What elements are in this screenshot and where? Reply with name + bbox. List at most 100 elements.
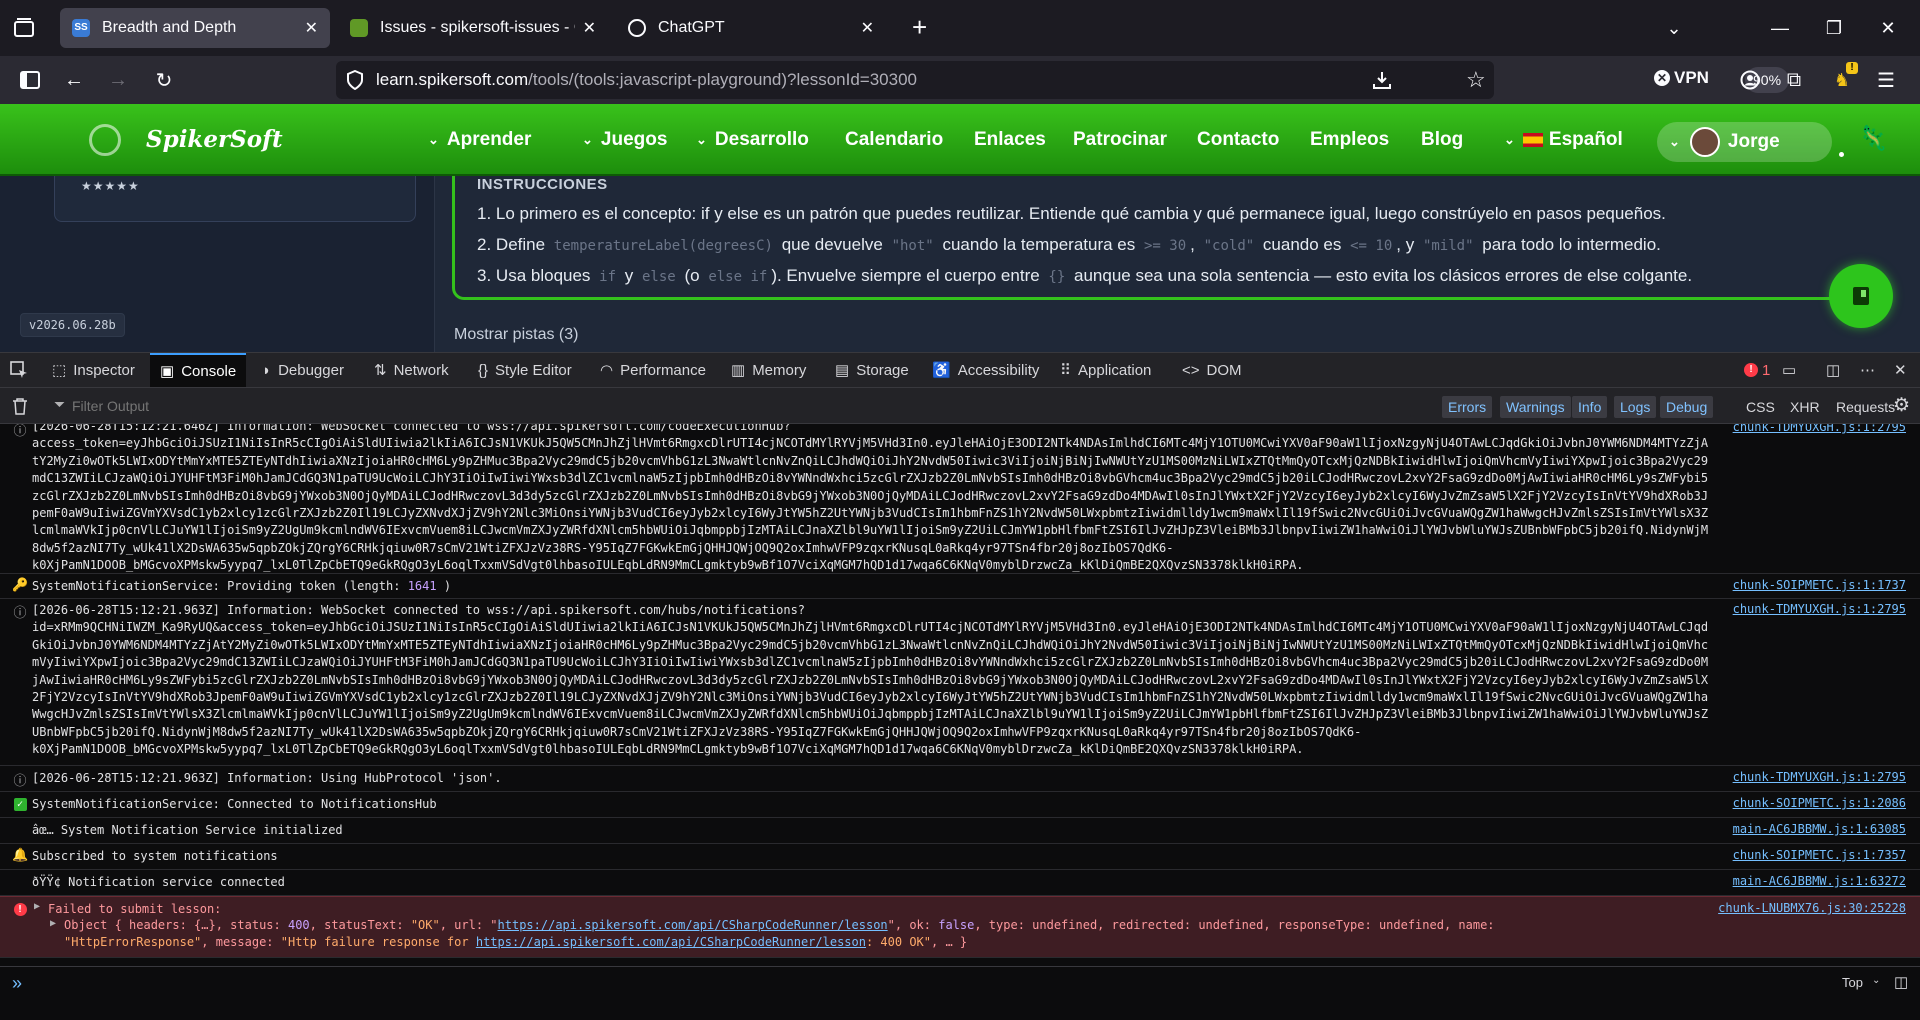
- close-tab-icon[interactable]: ✕: [583, 18, 596, 38]
- menu-empleos[interactable]: Empleos: [1310, 104, 1389, 176]
- user-menu[interactable]: ⌄ Jorge: [1657, 122, 1832, 162]
- element-picker-icon[interactable]: [10, 353, 36, 387]
- chevron-down-icon: ⌄: [1669, 134, 1680, 149]
- filter-warnings[interactable]: Warnings: [1500, 396, 1571, 418]
- back-arrow-icon[interactable]: ←: [58, 64, 90, 96]
- error-message-url-link[interactable]: https://api.spikersoft.com/api/CSharpCod…: [476, 935, 866, 949]
- filter-output-input[interactable]: [70, 394, 470, 418]
- console-input-area[interactable]: » Top ⌄ ◫: [0, 966, 1920, 1020]
- show-hints-link[interactable]: Mostrar pistas (3): [454, 326, 578, 344]
- close-tab-icon[interactable]: ✕: [861, 18, 874, 38]
- filter-debug[interactable]: Debug: [1660, 396, 1714, 418]
- source-link[interactable]: main-AC6JBBMW.js:1:63272: [1733, 874, 1906, 888]
- source-link[interactable]: main-AC6JBBMW.js:1:63085: [1733, 822, 1906, 836]
- menu-contacto[interactable]: Contacto: [1197, 104, 1279, 176]
- new-tab-icon[interactable]: +: [912, 14, 927, 40]
- filter-errors[interactable]: Errors: [1442, 396, 1493, 418]
- tab-memory[interactable]: ▥ Memory: [731, 353, 806, 387]
- bookmark-star-icon[interactable]: ☆: [1466, 67, 1486, 93]
- menu-blog[interactable]: Blog: [1421, 104, 1463, 176]
- tab-accessibility[interactable]: ♿ Accessibility: [932, 353, 1039, 387]
- expand-arrow-icon[interactable]: ▶: [34, 901, 40, 912]
- url-bar[interactable]: learn.spikersoft.com/tools/(tools:javasc…: [336, 61, 1790, 99]
- error-counter[interactable]: ! 1: [1744, 353, 1770, 387]
- error-url-link[interactable]: https://api.spikersoft.com/api/CSharpCod…: [498, 918, 888, 932]
- menu-calendario[interactable]: Calendario: [845, 104, 943, 176]
- save-to-device-icon[interactable]: [1372, 70, 1392, 90]
- menu-aprender[interactable]: ⌄ Aprender: [428, 104, 531, 176]
- filter-info[interactable]: Info: [1572, 396, 1608, 418]
- language-selector[interactable]: ⌄ Español: [1504, 104, 1623, 176]
- source-link[interactable]: chunk-SOIPMETC.js:1:7357: [1733, 848, 1906, 862]
- tab-issues[interactable]: Issues - spikersoft-issues - Gitea ✕: [338, 8, 608, 48]
- console-message: ⓘ [2026-06-28T15:12:21.646Z] Information…: [0, 424, 1920, 574]
- expand-object-arrow-icon[interactable]: ▶: [50, 918, 56, 929]
- minimize-icon[interactable]: —: [1752, 0, 1808, 56]
- tab-application[interactable]: ⠿ Application: [1060, 353, 1151, 387]
- close-window-icon[interactable]: ✕: [1860, 0, 1916, 56]
- console-settings-gear-icon[interactable]: ⚙: [1893, 394, 1910, 417]
- source-link[interactable]: chunk-LNUBMX76.js:30:25228: [1718, 901, 1906, 915]
- console-filter-bar: ⏷ Errors Warnings Info Logs Debug CSS XH…: [0, 388, 1920, 424]
- inspector-icon: ⬚: [52, 362, 67, 379]
- tab-storage[interactable]: ▤ Storage: [835, 353, 909, 387]
- mascot-chameleon-icon[interactable]: 🦎: [1858, 124, 1888, 153]
- reload-icon[interactable]: ↻: [148, 64, 180, 96]
- tab-breadth-and-depth[interactable]: SS Breadth and Depth ✕: [60, 8, 330, 48]
- lesson-card[interactable]: ★★★★★: [54, 176, 416, 222]
- tab-style-editor[interactable]: {} Style Editor: [478, 353, 572, 387]
- vpn-button[interactable]: ✕ VPN: [1654, 68, 1709, 88]
- more-options-icon[interactable]: ⋯: [1860, 353, 1875, 387]
- gitea-favicon-icon: [350, 19, 368, 37]
- filter-css[interactable]: CSS: [1740, 396, 1781, 418]
- editor-mode-icon[interactable]: ◫: [1894, 973, 1908, 991]
- inline-code: "hot": [891, 238, 934, 254]
- source-link[interactable]: chunk-TDMYUXGH.js:1:2795: [1733, 602, 1906, 616]
- inline-code: <= 10: [1350, 238, 1393, 254]
- menu-enlaces[interactable]: Enlaces: [974, 104, 1046, 176]
- split-console-icon[interactable]: ▭: [1782, 353, 1796, 387]
- brand-name[interactable]: SpikerSoft: [146, 126, 283, 153]
- tab-console[interactable]: ▣ Console: [150, 353, 247, 387]
- extension-notification-icon[interactable]: ♞ !: [1826, 62, 1858, 96]
- close-tab-icon[interactable]: ✕: [305, 18, 318, 38]
- source-link[interactable]: chunk-SOIPMETC.js:1:2086: [1733, 796, 1906, 810]
- account-icon[interactable]: [1734, 64, 1766, 96]
- source-link[interactable]: chunk-TDMYUXGH.js:1:2795: [1733, 424, 1906, 434]
- site-security-shield-icon[interactable]: [346, 70, 366, 90]
- tab-inspector[interactable]: ⬚ Inspector: [52, 353, 135, 387]
- error-object[interactable]: Object { headers: {…}, status: 400, stat…: [64, 917, 1584, 952]
- app-menu-hamburger-icon[interactable]: ☰: [1870, 64, 1902, 96]
- tab-overflow-chevron-icon[interactable]: ⌄: [1646, 0, 1702, 56]
- inline-code: else: [642, 269, 676, 285]
- tab-network[interactable]: ⇅ Network: [374, 353, 449, 387]
- restore-icon[interactable]: ❐: [1806, 0, 1862, 56]
- console-output: ⓘ [2026-06-28T15:12:21.646Z] Information…: [0, 424, 1920, 966]
- sidebar-toggle-icon[interactable]: [14, 64, 46, 96]
- tab-list-icon[interactable]: [12, 16, 36, 40]
- chatgpt-favicon-icon: [628, 19, 646, 37]
- menu-desarrollo[interactable]: ⌄ Desarrollo: [696, 104, 809, 176]
- forward-arrow-icon[interactable]: →: [102, 64, 134, 96]
- message-text: SystemNotificationService: Connected to …: [32, 797, 437, 811]
- site-logo-ring-icon[interactable]: [89, 124, 121, 156]
- menu-juegos[interactable]: ⌄ Juegos: [582, 104, 667, 176]
- tab-chatgpt[interactable]: ChatGPT ✕: [616, 8, 886, 48]
- filter-requests[interactable]: Requests: [1830, 396, 1901, 418]
- filter-xhr[interactable]: XHR: [1784, 396, 1826, 418]
- source-link[interactable]: chunk-TDMYUXGH.js:1:2795: [1733, 770, 1906, 784]
- close-devtools-icon[interactable]: ✕: [1894, 353, 1907, 387]
- extensions-puzzle-icon[interactable]: ⧉: [1778, 64, 1810, 96]
- floating-notes-button[interactable]: [1829, 264, 1893, 328]
- console-message: ðŸŸ¢ Notification service connected main…: [0, 870, 1920, 896]
- tab-performance[interactable]: ◠ Performance: [600, 353, 706, 387]
- tab-dom[interactable]: <> DOM: [1182, 353, 1242, 387]
- menu-patrocinar[interactable]: Patrocinar: [1073, 104, 1167, 176]
- filter-logs[interactable]: Logs: [1614, 396, 1657, 418]
- navigation-toolbar: ← → ↻ learn.spikersoft.com/tools/(tools:…: [0, 56, 1920, 104]
- source-link[interactable]: chunk-SOIPMETC.js:1:1737: [1733, 578, 1906, 592]
- context-selector[interactable]: Top: [1842, 975, 1863, 990]
- clear-console-trash-icon[interactable]: [12, 397, 28, 415]
- tab-debugger[interactable]: ◗ Debugger: [262, 353, 344, 387]
- dock-options-icon[interactable]: ◫: [1826, 353, 1840, 387]
